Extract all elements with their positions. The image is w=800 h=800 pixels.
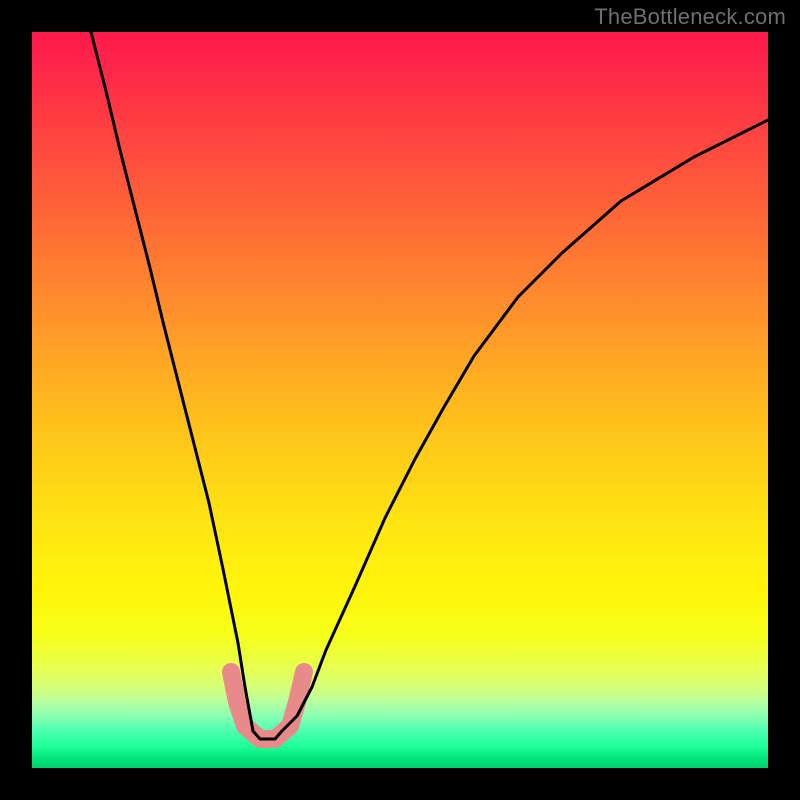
curve-layer	[32, 32, 768, 768]
chart-frame: TheBottleneck.com	[0, 0, 800, 800]
bottleneck-curve	[91, 32, 768, 739]
valley-marker	[231, 672, 304, 739]
plot-area	[32, 32, 768, 768]
watermark-text: TheBottleneck.com	[594, 4, 786, 30]
